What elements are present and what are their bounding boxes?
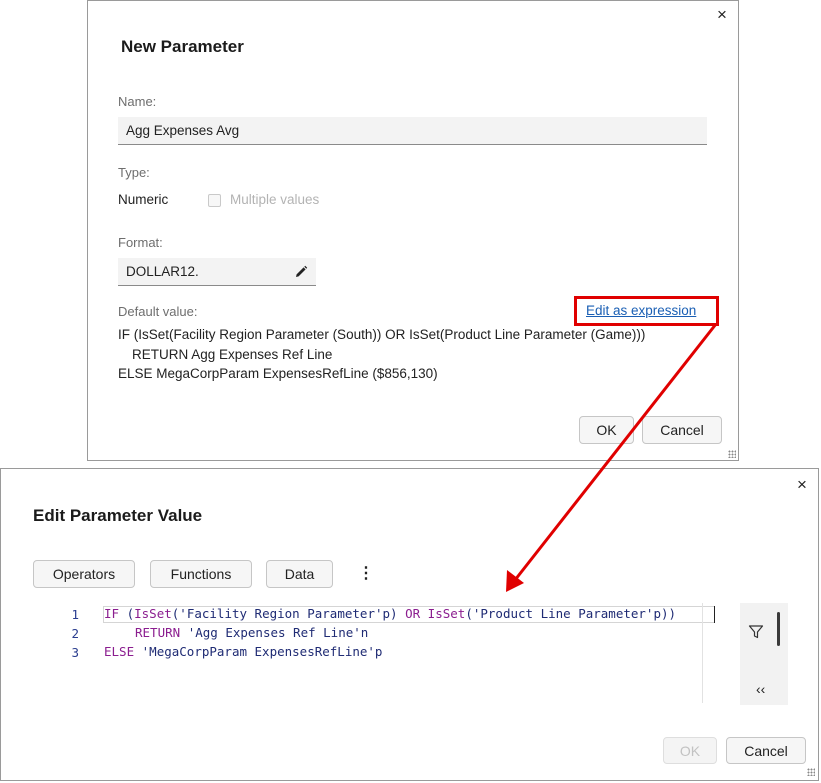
- function: IsSet: [427, 606, 466, 621]
- default-line-1: IF (IsSet(Facility Region Parameter (Sou…: [118, 327, 646, 342]
- name-value: Agg Expenses Avg: [126, 123, 240, 138]
- editor-divider: [702, 603, 703, 703]
- ok-button[interactable]: OK: [663, 737, 717, 764]
- name-input[interactable]: Agg Expenses Avg: [118, 117, 707, 145]
- code-line-1: IF (IsSet('Facility Region Parameter'p) …: [104, 604, 676, 623]
- default-value-label: Default value:: [118, 304, 198, 319]
- code-line-3: ELSE 'MegaCorpParam ExpensesRefLine'p: [104, 642, 382, 661]
- string: 'Facility Region Parameter'p: [179, 606, 391, 621]
- default-line-2: RETURN Agg Expenses Ref Line: [132, 347, 333, 362]
- collapse-icon[interactable]: ‹‹: [756, 681, 765, 697]
- format-value: DOLLAR12.: [126, 264, 199, 279]
- string: 'Agg Expenses Ref Line'n: [187, 625, 369, 640]
- default-line-3: ELSE MegaCorpParam ExpensesRefLine ($856…: [118, 366, 438, 381]
- format-label: Format:: [118, 235, 163, 250]
- code-text: ): [390, 606, 406, 621]
- type-value: Numeric: [118, 192, 169, 207]
- code-text: )): [661, 606, 677, 621]
- ok-button[interactable]: OK: [579, 416, 634, 444]
- filter-icon[interactable]: [748, 624, 764, 640]
- side-panel: ‹‹: [740, 603, 788, 705]
- dialog-title: Edit Parameter Value: [33, 506, 203, 525]
- function: IsSet: [134, 606, 172, 621]
- tab-data[interactable]: Data: [266, 560, 333, 588]
- line-number: 2: [71, 626, 79, 641]
- new-parameter-dialog: × New Parameter Name: Agg Expenses Avg T…: [87, 0, 739, 461]
- pencil-icon[interactable]: [294, 265, 308, 279]
- tab-operators[interactable]: Operators: [33, 560, 135, 588]
- dialog-title: New Parameter: [121, 37, 244, 56]
- name-label: Name:: [118, 94, 157, 109]
- keyword: ELSE: [104, 644, 135, 659]
- text-cursor: [714, 606, 715, 623]
- code-line-2: RETURN 'Agg Expenses Ref Line'n: [135, 623, 368, 642]
- code-editor[interactable]: 1 2 3 IF (IsSet('Facility Region Paramet…: [41, 603, 715, 703]
- scrollbar-thumb[interactable]: [777, 612, 780, 646]
- line-number: 1: [71, 607, 79, 622]
- more-options-icon[interactable]: ⋮: [358, 563, 374, 583]
- string: 'Product Line Parameter'p: [472, 606, 661, 621]
- keyword: OR: [405, 606, 421, 621]
- close-icon[interactable]: ×: [797, 476, 807, 493]
- string: 'MegaCorpParam ExpensesRefLine'p: [141, 644, 383, 659]
- highlight-box: [574, 296, 719, 326]
- keyword: IF: [104, 606, 120, 621]
- multiple-values-checkbox[interactable]: [208, 194, 221, 207]
- edit-parameter-value-dialog: × Edit Parameter Value Operators Functio…: [0, 468, 819, 781]
- multiple-values-label: Multiple values: [230, 192, 320, 207]
- tab-functions[interactable]: Functions: [150, 560, 252, 588]
- cancel-button[interactable]: Cancel: [642, 416, 722, 444]
- cancel-button[interactable]: Cancel: [726, 737, 806, 764]
- resize-grip-icon[interactable]: [728, 450, 736, 458]
- type-label: Type:: [118, 165, 150, 180]
- code-text: (: [465, 606, 473, 621]
- code-text: (: [119, 606, 135, 621]
- format-input[interactable]: DOLLAR12.: [118, 258, 316, 286]
- keyword: RETURN: [135, 625, 181, 640]
- resize-grip-icon[interactable]: [807, 768, 815, 776]
- line-number: 3: [71, 645, 79, 660]
- close-icon[interactable]: ×: [717, 6, 727, 23]
